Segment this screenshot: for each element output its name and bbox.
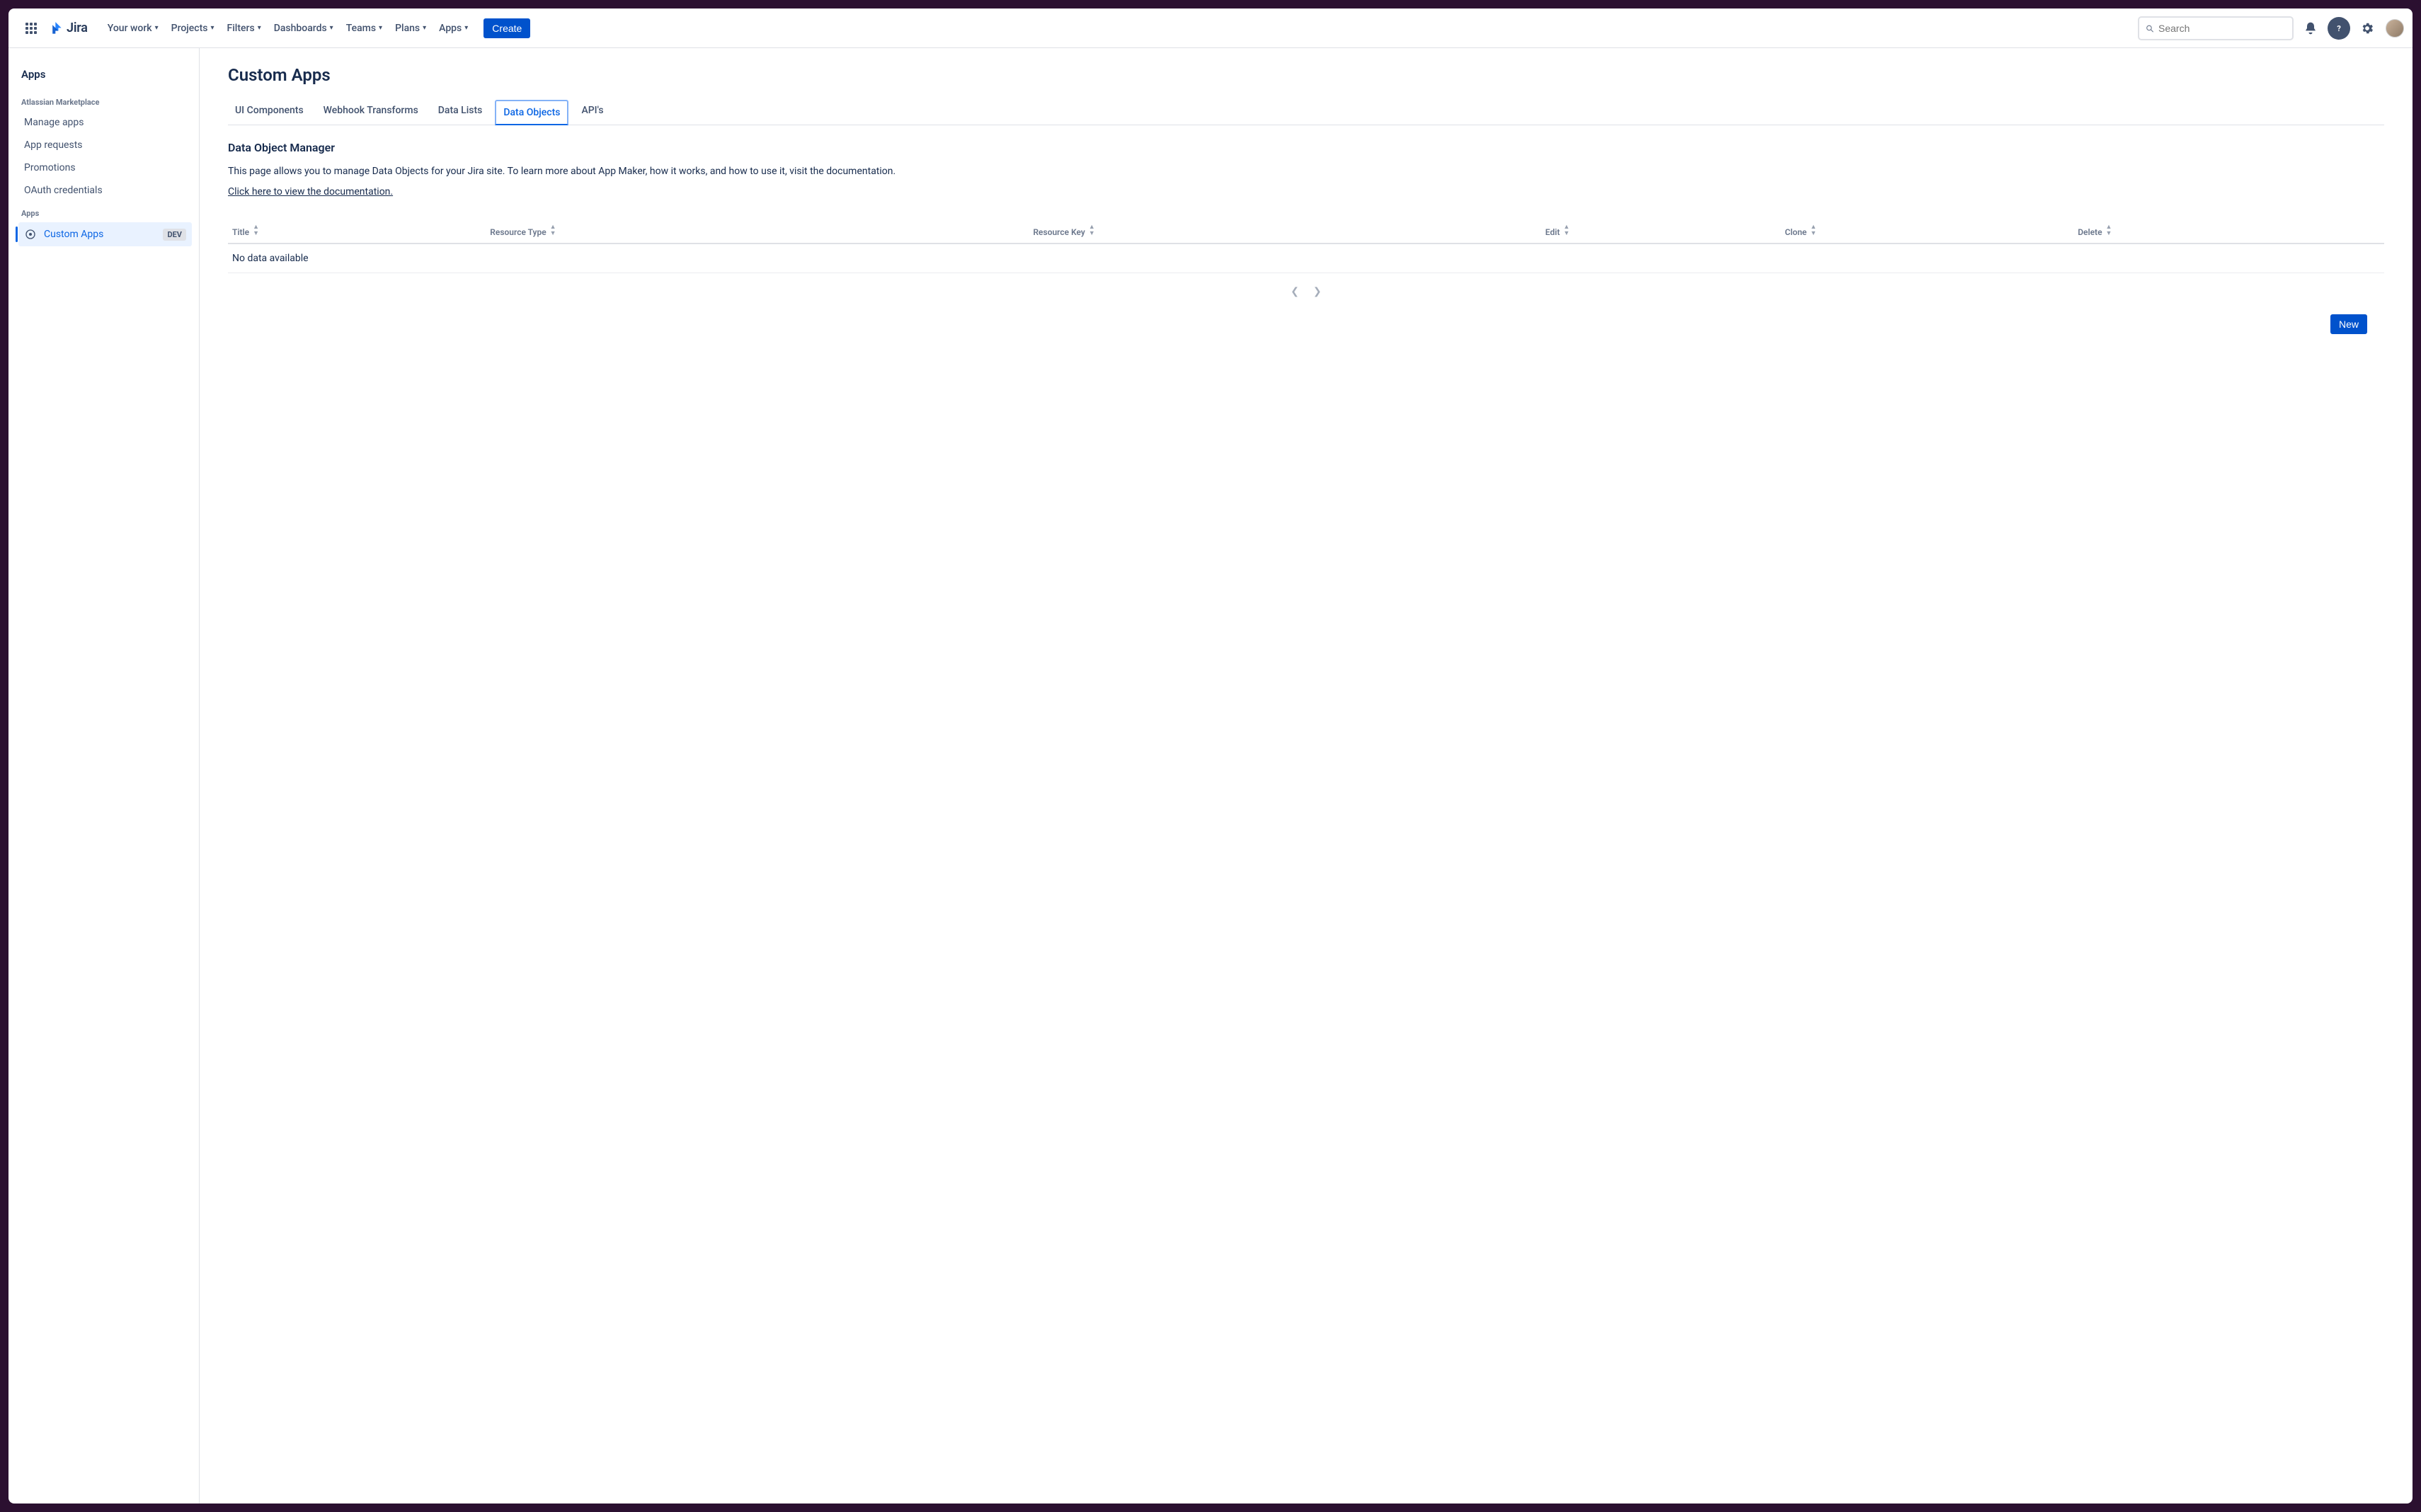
tab-webhook-transforms[interactable]: Webhook Transforms — [316, 99, 425, 125]
grid-icon — [25, 23, 37, 34]
search-input[interactable] — [2158, 23, 2286, 34]
settings-icon[interactable] — [2356, 17, 2379, 40]
product-name: Jira — [67, 21, 88, 35]
nav-item-label: Filters — [227, 23, 255, 34]
jira-logo-icon — [48, 21, 64, 36]
nav-item-label: Dashboards — [274, 23, 327, 34]
sort-icon: ▲▼ — [1089, 224, 1095, 237]
sidebar-item-label: Promotions — [24, 162, 76, 173]
nav-item-your-work[interactable]: Your work▾ — [102, 18, 164, 38]
column-resource-type[interactable]: Resource Type ▲▼ — [486, 219, 1029, 244]
sidebar-item-label: App requests — [24, 139, 83, 151]
sidebar-item-custom-apps[interactable]: Custom Apps DEV — [18, 222, 192, 246]
sort-icon: ▲▼ — [550, 224, 556, 237]
sidebar-title: Apps — [18, 62, 192, 91]
tab-api-s[interactable]: API's — [574, 99, 610, 125]
column-resource-key[interactable]: Resource Key ▲▼ — [1029, 219, 1540, 244]
pagination: ❮ ❯ — [228, 273, 2384, 310]
nav-item-apps[interactable]: Apps▾ — [433, 18, 474, 38]
table-empty-row: No data available — [228, 244, 2384, 273]
body: Apps Atlassian Marketplace Manage apps App… — [8, 48, 2413, 1504]
documentation-link[interactable]: Click here to view the documentation. — [228, 186, 393, 197]
new-button[interactable]: New — [2330, 314, 2367, 334]
tabs: UI ComponentsWebhook TransformsData List… — [228, 99, 2384, 125]
section-description: This page allows you to manage Data Obje… — [228, 164, 2384, 179]
next-page-icon[interactable]: ❯ — [1313, 286, 1322, 297]
nav-items: Your work▾Projects▾Filters▾Dashboards▾Te… — [102, 18, 474, 38]
column-edit[interactable]: Edit ▲▼ — [1541, 219, 1780, 244]
create-button[interactable]: Create — [483, 18, 530, 38]
chevron-down-icon: ▾ — [155, 24, 159, 32]
column-clone[interactable]: Clone ▲▼ — [1780, 219, 2073, 244]
svg-text:?: ? — [2337, 23, 2341, 33]
nav-item-label: Your work — [108, 23, 152, 34]
column-delete[interactable]: Delete ▲▼ — [2073, 219, 2384, 244]
app-icon — [24, 228, 37, 241]
notifications-icon[interactable] — [2299, 17, 2322, 40]
sidebar-item-manage-apps[interactable]: Manage apps — [18, 111, 192, 134]
sidebar-item-app-requests[interactable]: App requests — [18, 134, 192, 156]
nav-item-plans[interactable]: Plans▾ — [389, 18, 432, 38]
product-logo[interactable]: Jira — [45, 21, 93, 36]
nav-item-dashboards[interactable]: Dashboards▾ — [268, 18, 339, 38]
user-avatar[interactable] — [2386, 19, 2404, 38]
sidebar-item-label: Manage apps — [24, 117, 84, 128]
top-nav: Jira Your work▾Projects▾Filters▾Dashboar… — [8, 8, 2413, 48]
app-window: Jira Your work▾Projects▾Filters▾Dashboar… — [8, 8, 2413, 1504]
nav-item-label: Teams — [346, 23, 376, 34]
app-switcher-icon[interactable] — [20, 17, 42, 40]
nav-item-filters[interactable]: Filters▾ — [222, 18, 267, 38]
chevron-down-icon: ▾ — [423, 24, 426, 32]
chevron-down-icon: ▾ — [464, 24, 468, 32]
tab-data-lists[interactable]: Data Lists — [431, 99, 490, 125]
help-icon[interactable]: ? — [2328, 17, 2350, 40]
sort-icon: ▲▼ — [2106, 224, 2112, 237]
chevron-down-icon: ▾ — [258, 24, 261, 32]
prev-page-icon[interactable]: ❮ — [1290, 286, 1299, 297]
chevron-down-icon: ▾ — [379, 24, 382, 32]
search-icon — [2145, 23, 2154, 34]
tab-ui-components[interactable]: UI Components — [228, 99, 311, 125]
column-title[interactable]: Title ▲▼ — [228, 219, 486, 244]
sidebar-section-label: Atlassian Marketplace — [18, 91, 192, 111]
search-box[interactable] — [2138, 16, 2294, 40]
nav-item-label: Apps — [439, 23, 462, 34]
chevron-down-icon: ▾ — [210, 24, 214, 32]
dev-badge: DEV — [163, 229, 186, 241]
sort-icon: ▲▼ — [1563, 224, 1569, 237]
nav-item-teams[interactable]: Teams▾ — [340, 18, 388, 38]
data-table: Title ▲▼Resource Type ▲▼Resource Key ▲▼E… — [228, 219, 2384, 273]
sidebar-section-label: Apps — [18, 202, 192, 222]
sidebar-item-promotions[interactable]: Promotions — [18, 156, 192, 179]
sidebar-item-oauth-credentials[interactable]: OAuth credentials — [18, 179, 192, 202]
nav-item-label: Plans — [395, 23, 420, 34]
chevron-down-icon: ▾ — [330, 24, 333, 32]
tab-data-objects[interactable]: Data Objects — [495, 100, 568, 125]
sidebar-item-label: OAuth credentials — [24, 185, 103, 196]
empty-message: No data available — [228, 244, 2384, 273]
sort-icon: ▲▼ — [1810, 224, 1816, 237]
sidebar: Apps Atlassian Marketplace Manage apps App… — [8, 48, 200, 1504]
nav-item-projects[interactable]: Projects▾ — [166, 18, 220, 38]
main-content: Custom Apps UI ComponentsWebhook Transfo… — [200, 48, 2413, 1504]
sort-icon: ▲▼ — [253, 224, 259, 237]
section-title: Data Object Manager — [228, 141, 2384, 154]
page-title: Custom Apps — [228, 65, 2384, 85]
sidebar-item-label: Custom Apps — [44, 229, 103, 240]
nav-item-label: Projects — [171, 23, 208, 34]
